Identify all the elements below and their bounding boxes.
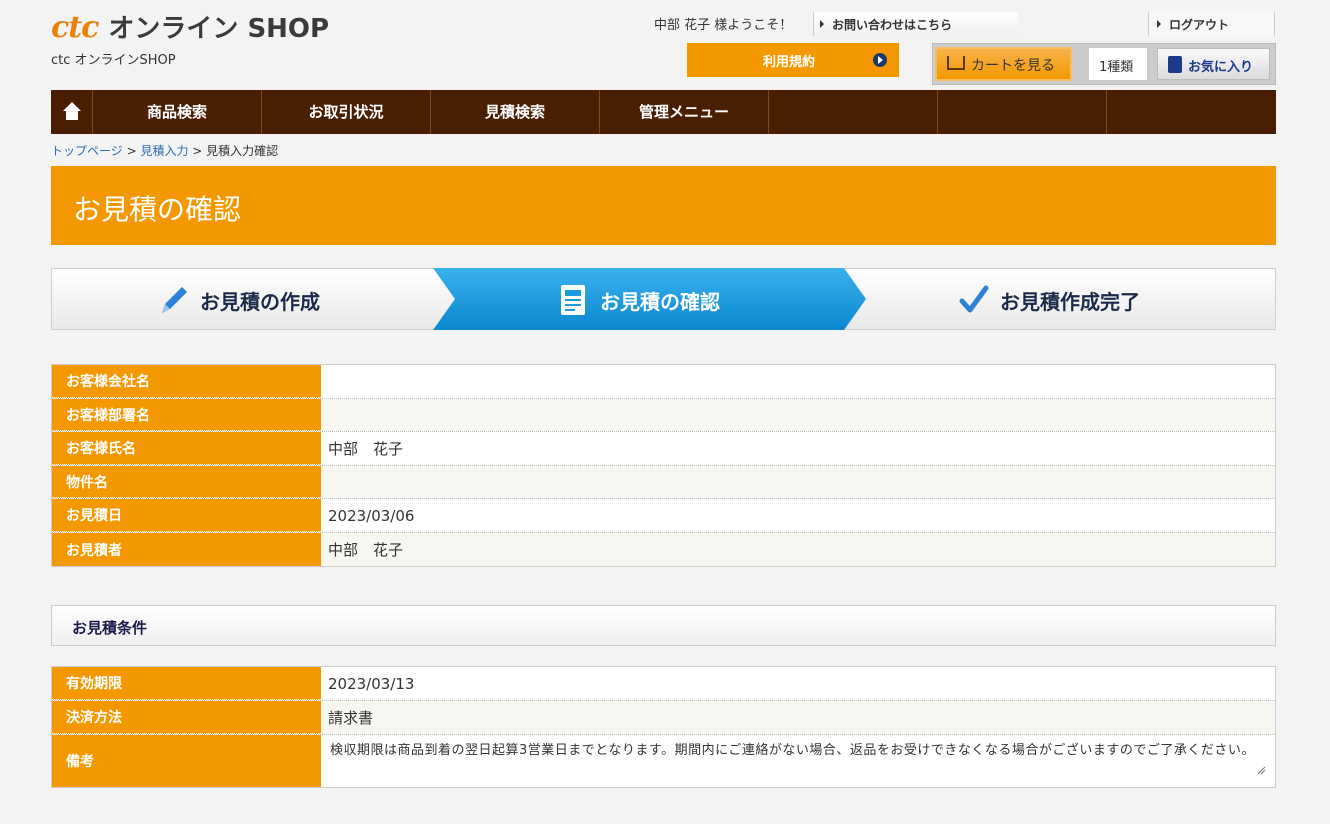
logout-link[interactable]: ログアウト (1148, 12, 1275, 36)
table-row: お見積者 中部 花子 (52, 533, 1275, 566)
row-value: 2023/03/13 (328, 674, 415, 693)
favorites-label: お気に入り (1188, 60, 1254, 75)
contact-link-label: お問い合わせはこちら (832, 18, 953, 32)
document-icon (561, 285, 585, 315)
nav-product-search[interactable]: 商品検索 (93, 90, 262, 134)
nav-transactions[interactable]: お取引状況 (262, 90, 431, 134)
breadcrumb-top[interactable]: トップページ (51, 144, 123, 158)
logo-text: オンライン SHOP (108, 14, 330, 44)
logout-link-label: ログアウト (1169, 18, 1230, 32)
logo-brand: ctc (51, 10, 99, 45)
triangle-right-icon (1157, 20, 1161, 28)
row-label: お見積日 (52, 499, 321, 532)
contact-link[interactable]: お問い合わせはこちら (813, 12, 1018, 36)
step-create: お見積の作成 (156, 283, 320, 317)
table-row: お客様部署名 (52, 399, 1275, 432)
resize-handle-icon[interactable] (1256, 765, 1266, 775)
table-row: お見積日 2023/03/06 (52, 499, 1275, 533)
cart-icon (947, 56, 965, 70)
row-value: 請求書 (321, 701, 1275, 734)
view-cart-button[interactable]: カートを見る (935, 47, 1072, 81)
page-title: お見積の確認 (51, 166, 1276, 245)
table-row: 有効期限 2023/03/13 (52, 667, 1275, 701)
cart-count: 1種類 (1089, 48, 1147, 80)
breadcrumb-separator: > (122, 144, 141, 158)
row-label: お客様氏名 (52, 432, 321, 465)
step-confirm: お見積の確認 (558, 283, 720, 317)
pencil-icon (162, 287, 187, 313)
row-label: お見積者 (52, 533, 321, 566)
row-label: お客様会社名 (52, 365, 321, 398)
view-cart-label: カートを見る (971, 58, 1055, 74)
step-complete-label: お見積作成完了 (1000, 289, 1140, 314)
table-row: 備考 検収期限は商品到着の翌日起算3営業日までとなります。期間内にご連絡がない場… (52, 735, 1275, 787)
terms-button[interactable]: 利用規約 (687, 43, 899, 77)
nav-empty-1 (769, 90, 938, 134)
row-label: 備考 (52, 735, 321, 787)
arrow-circle-icon (873, 53, 887, 67)
conditions-heading: お見積条件 (51, 605, 1276, 646)
row-value (321, 466, 1275, 498)
row-label: お客様部署名 (52, 399, 321, 431)
terms-button-label: 利用規約 (763, 55, 816, 70)
nav-empty-3 (1107, 90, 1276, 134)
row-value (321, 399, 1275, 431)
row-label: 物件名 (52, 466, 321, 498)
step-confirm-label: お見積の確認 (600, 289, 720, 314)
row-value (321, 365, 1275, 398)
breadcrumb-separator: > (188, 144, 207, 158)
nav-quote-search[interactable]: 見積検索 (431, 90, 600, 134)
logo-subtitle: ctc オンラインSHOP (51, 53, 176, 68)
table-row: 物件名 (52, 466, 1275, 499)
site-logo[interactable]: ctc オンライン SHOP (51, 8, 329, 46)
step-complete: お見積作成完了 (958, 283, 1140, 317)
row-value: 中部 花子 (321, 533, 1275, 566)
checkmark-icon (959, 285, 989, 313)
breadcrumb-input[interactable]: 見積入力 (140, 144, 188, 158)
breadcrumb-current: 見積入力確認 (206, 144, 279, 158)
home-icon[interactable] (51, 90, 93, 134)
remarks-text: 検収期限は商品到着の翌日起算3営業日までとなります。期間内にご連絡がない場合、返… (330, 743, 1255, 758)
triangle-right-icon (820, 20, 824, 28)
nav-admin-menu[interactable]: 管理メニュー (600, 90, 769, 134)
nav-empty-2 (938, 90, 1107, 134)
breadcrumb: トップページ > 見積入力 > 見積入力確認 (51, 142, 278, 159)
table-row: 決済方法 請求書 (52, 701, 1275, 735)
row-label: 決済方法 (52, 701, 321, 734)
table-row: お客様氏名 中部 花子 (52, 432, 1275, 466)
favorites-button[interactable]: お気に入り (1157, 48, 1270, 80)
customer-info-table: お客様会社名 お客様部署名 お客様氏名 中部 花子 物件名 お見積日 2023/… (51, 364, 1276, 567)
conditions-table: 有効期限 2023/03/13 決済方法 請求書 備考 検収期限は商品到着の翌日… (51, 666, 1276, 788)
main-nav: 商品検索 お取引状況 見積検索 管理メニュー (51, 90, 1276, 134)
welcome-message: 中部 花子 様ようこそ！ (654, 18, 793, 33)
clipboard-icon (1168, 56, 1182, 73)
row-value: 中部 花子 (328, 440, 404, 458)
remarks-field[interactable]: 検収期限は商品到着の翌日起算3営業日までとなります。期間内にご連絡がない場合、返… (321, 735, 1275, 787)
row-label: 有効期限 (52, 667, 321, 700)
table-row: お客様会社名 (52, 365, 1275, 399)
step-create-label: お見積の作成 (200, 289, 320, 314)
row-value: 2023/03/06 (328, 506, 415, 525)
